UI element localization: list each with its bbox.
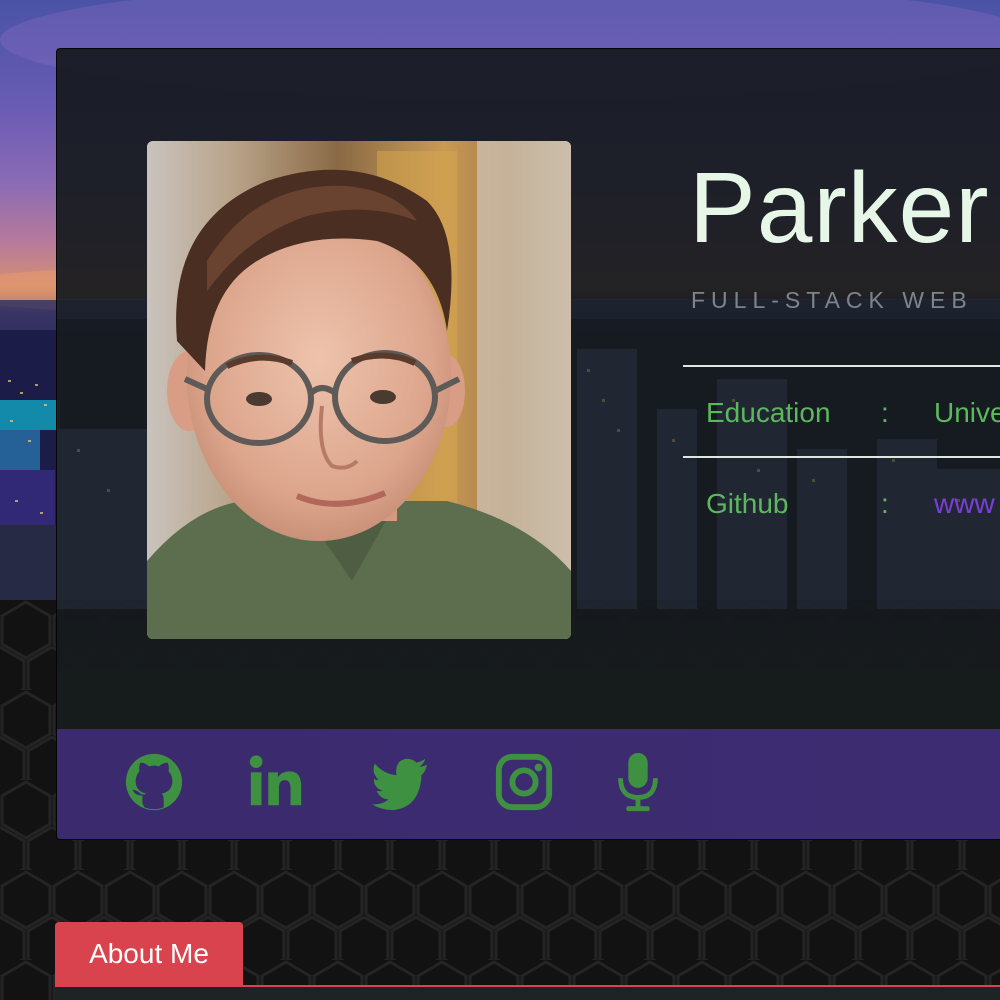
info-separator: : <box>881 488 889 519</box>
info-value: Unive <box>934 397 1000 428</box>
info-row-github: Github : www <box>683 458 1000 547</box>
tab-about-me[interactable]: About Me <box>55 922 243 986</box>
profile-subtitle: FULL-STACK WEB <box>691 287 973 313</box>
info-label: Github <box>706 488 789 519</box>
profile-photo <box>147 141 571 639</box>
github-link[interactable]: www <box>934 488 995 520</box>
microphone-icon[interactable] <box>607 751 669 813</box>
info-row-education: Education : Unive <box>683 367 1000 456</box>
profile-name: Parker <box>689 152 990 264</box>
social-bar <box>57 729 1000 839</box>
about-panel <box>55 987 1000 1000</box>
linkedin-icon[interactable] <box>245 751 307 813</box>
instagram-icon[interactable] <box>493 751 555 813</box>
info-label: Education <box>706 397 831 428</box>
info-separator: : <box>881 397 889 428</box>
page: Parker FULL-STACK WEB Education : Unive … <box>0 0 1000 1000</box>
github-icon[interactable] <box>123 751 185 813</box>
profile-card: Parker FULL-STACK WEB Education : Unive … <box>56 48 1000 840</box>
twitter-icon[interactable] <box>369 751 431 813</box>
info-table: Education : Unive Github : www <box>683 365 1000 547</box>
